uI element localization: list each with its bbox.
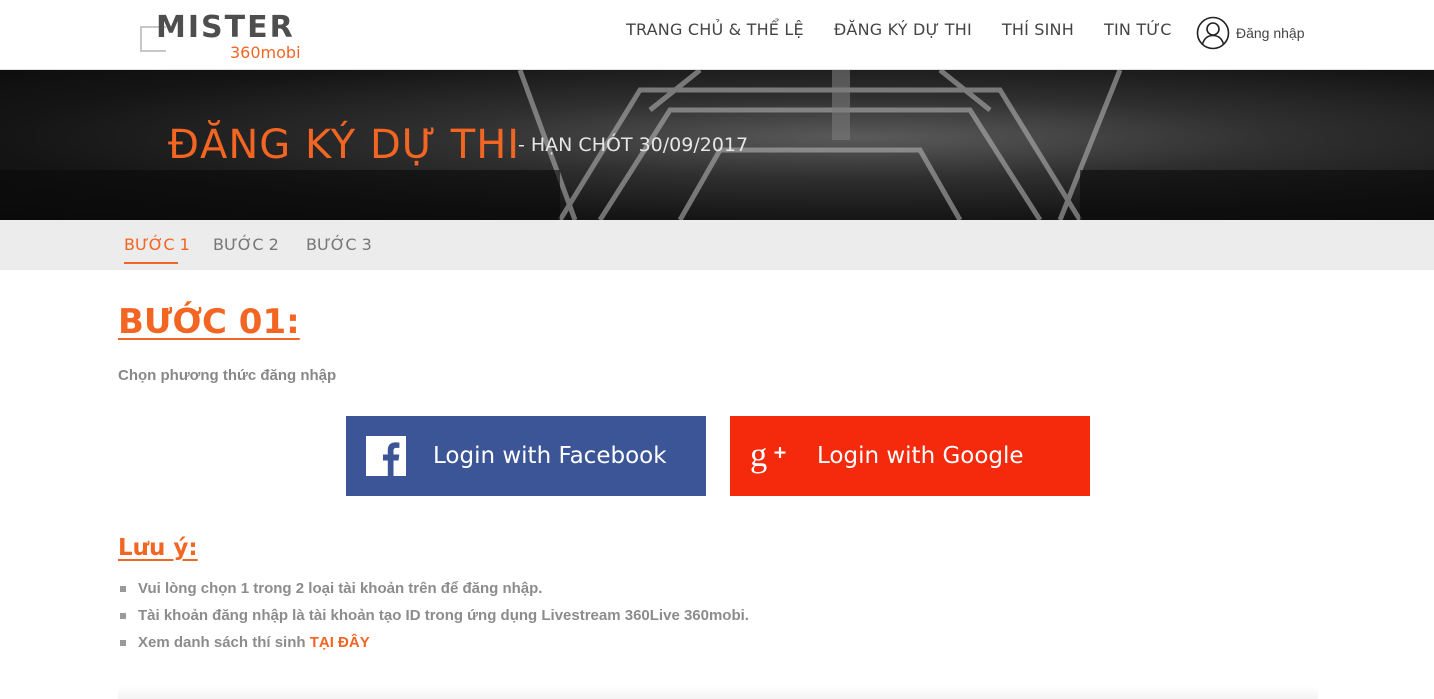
nav-item-contestants[interactable]: THÍ SINH — [1002, 20, 1074, 39]
banner-deadline: - HẠN CHÓT 30/09/2017 — [518, 134, 749, 156]
note-item: Tài khoản đăng nhập là tài khoản tạo ID … — [118, 605, 749, 632]
step-tab-3[interactable]: BƯỚC 3 — [306, 235, 372, 254]
logo-brand: MISTER — [156, 10, 295, 45]
login-facebook-button[interactable]: Login with Facebook — [346, 416, 706, 496]
svg-text:g: g — [750, 436, 767, 474]
mister-360mobi-logo[interactable]: MISTER 360mobi — [130, 8, 320, 64]
banner-title: ĐĂNG KÝ DỰ THI — [168, 122, 521, 168]
notes-list: Vui lòng chọn 1 trong 2 loại tài khoản t… — [118, 578, 749, 659]
step-tab-2[interactable]: BƯỚC 2 — [213, 235, 279, 254]
login-instruction: Chọn phương thức đăng nhập — [118, 367, 337, 384]
top-header: MISTER 360mobi TRANG CHỦ & THỂ LỆ ĐĂNG K… — [0, 0, 1434, 70]
steps-bar: BƯỚC 1 BƯỚC 2 BƯỚC 3 — [0, 220, 1434, 270]
nav-item-register[interactable]: ĐĂNG KÝ DỰ THI — [834, 20, 972, 39]
nav-item-home-rules[interactable]: TRANG CHỦ & THỂ LỆ — [626, 20, 804, 39]
login-google-label: Login with Google — [817, 443, 1024, 469]
login-label: Đăng nhập — [1236, 25, 1305, 41]
step-heading: BƯỚC 01: — [118, 302, 300, 342]
note-text: Vui lòng chọn 1 trong 2 loại tài khoản t… — [138, 580, 543, 597]
logo-sub: 360mobi — [230, 43, 301, 62]
step-tab-1[interactable]: BƯỚC 1 — [124, 235, 190, 254]
note-text: Tài khoản đăng nhập là tài khoản tạo ID … — [138, 607, 749, 624]
note-heading: Lưu ý: — [118, 535, 198, 561]
login-facebook-label: Login with Facebook — [433, 443, 667, 469]
footer-divider — [118, 686, 1318, 699]
active-step-underline — [124, 262, 178, 264]
nav-item-news[interactable]: TIN TỨC — [1104, 20, 1172, 39]
login-link[interactable]: Đăng nhập — [1196, 16, 1305, 50]
user-circle-icon — [1196, 16, 1230, 50]
main-nav: TRANG CHỦ & THỂ LỆ ĐĂNG KÝ DỰ THI THÍ SI… — [626, 20, 1202, 39]
hero-banner: ĐĂNG KÝ DỰ THI - HẠN CHÓT 30/09/2017 — [0, 70, 1434, 220]
note-text: Xem danh sách thí sinh — [138, 634, 306, 651]
contestant-list-link[interactable]: TẠI ĐÂY — [310, 634, 370, 651]
facebook-icon — [366, 436, 406, 476]
google-plus-icon: g — [750, 436, 790, 476]
login-google-button[interactable]: g Login with Google — [730, 416, 1090, 496]
note-item: Xem danh sách thí sinh TẠI ĐÂY — [118, 632, 749, 659]
note-item: Vui lòng chọn 1 trong 2 loại tài khoản t… — [118, 578, 749, 605]
